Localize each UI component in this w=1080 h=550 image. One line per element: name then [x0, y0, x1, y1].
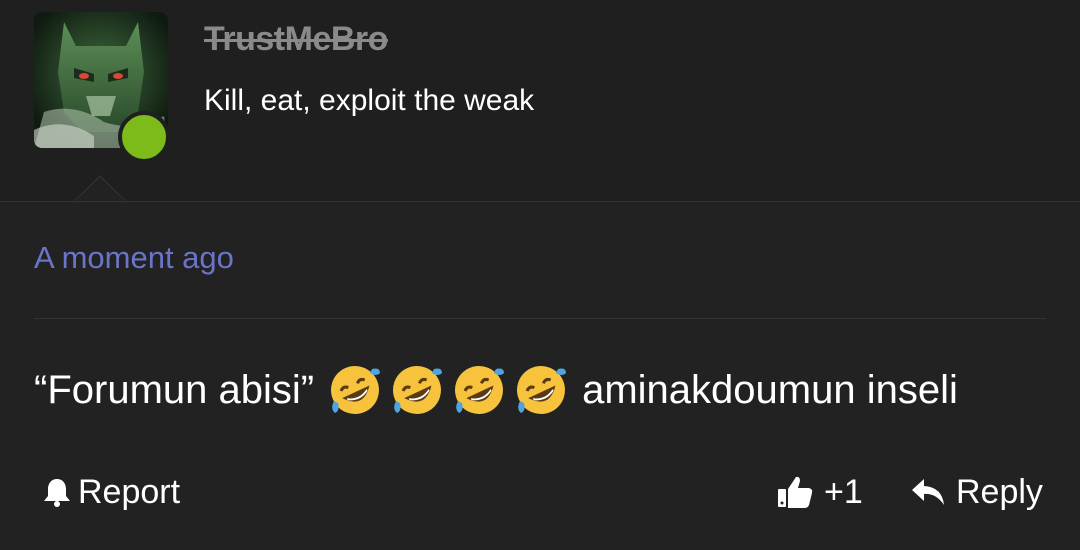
- author-title: Kill, eat, exploit the weak: [204, 84, 535, 117]
- header-divider: [0, 201, 1080, 202]
- like-button[interactable]: +1: [776, 468, 863, 516]
- rolling-on-floor-laughing-emoji-icon: [393, 366, 443, 414]
- header-pointer-notch-fill: [73, 177, 127, 203]
- reply-arrow-icon: [912, 479, 944, 505]
- author-username[interactable]: TrustMeBro: [204, 20, 388, 59]
- post-page: TrustMeBro Kill, eat, exploit the weak A…: [0, 0, 1080, 550]
- online-status-indicator: [118, 111, 170, 163]
- thumbs-up-icon: [778, 476, 813, 508]
- post-author-header: TrustMeBro Kill, eat, exploit the weak: [0, 0, 1080, 203]
- bell-icon: [44, 479, 70, 507]
- rolling-on-floor-laughing-emoji-icon: [455, 366, 505, 414]
- post-divider: [34, 318, 1046, 319]
- rolling-on-floor-laughing-emoji-icon: [331, 366, 381, 414]
- emoji-group: [326, 361, 574, 419]
- message-text-after: aminakdoumun inseli: [582, 367, 958, 412]
- post-message: “Forumun abisi” aminakdoumun inseli: [34, 360, 958, 420]
- report-button[interactable]: Report: [42, 468, 180, 516]
- rolling-on-floor-laughing-emoji-icon: [517, 366, 567, 414]
- post-timestamp[interactable]: A moment ago: [34, 240, 234, 276]
- like-count: +1: [824, 472, 863, 511]
- report-label: Report: [78, 472, 181, 511]
- reply-label: Reply: [956, 472, 1043, 511]
- post-actions-bar: Report +1 Reply: [0, 468, 1080, 516]
- message-text-before: “Forumun abisi”: [34, 367, 315, 412]
- reply-button[interactable]: Reply: [910, 468, 1043, 516]
